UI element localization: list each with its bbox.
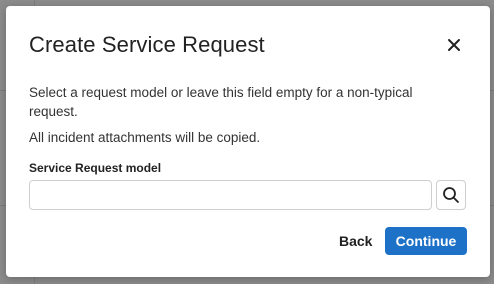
dialog-description: Select a request model or leave this fie… [29, 85, 413, 119]
close-icon [444, 35, 464, 55]
dialog-title: Create Service Request [29, 32, 265, 57]
search-icon [437, 186, 465, 204]
service-request-model-input[interactable] [29, 180, 432, 210]
service-request-model-label: Service Request model [29, 161, 162, 175]
back-button[interactable]: Back [330, 227, 381, 255]
close-button[interactable] [444, 35, 464, 55]
attachments-note: All incident attachments will be copied. [29, 130, 261, 145]
search-button[interactable] [436, 180, 466, 210]
continue-button[interactable]: Continue [385, 227, 467, 255]
create-service-request-dialog: Create Service Request Select a request … [6, 6, 490, 277]
